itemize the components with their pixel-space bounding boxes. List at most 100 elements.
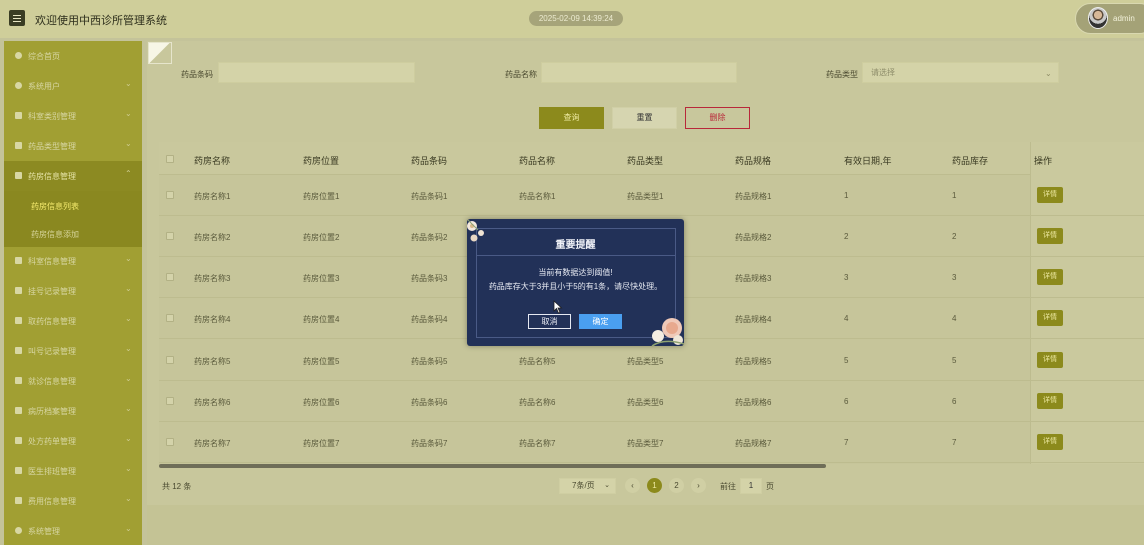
- chevron-down-icon: ⌄: [125, 494, 132, 503]
- detail-button[interactable]: 详情: [1037, 393, 1063, 409]
- page-2-button[interactable]: 2: [669, 478, 684, 493]
- column-header[interactable]: 有效日期,年: [844, 154, 892, 167]
- table-cell: 7: [844, 438, 849, 447]
- chevron-down-icon: ⌄: [125, 109, 132, 118]
- code-input[interactable]: [218, 62, 415, 83]
- sidebar-subitem[interactable]: 药房信息添加: [4, 219, 142, 247]
- page-size-select[interactable]: 7条/页 ⌄: [559, 478, 616, 494]
- dialog-title: 重要提醒: [555, 240, 596, 251]
- sidebar-item[interactable]: 费用信息管理 ⌄: [4, 486, 142, 516]
- detail-button[interactable]: 详情: [1037, 310, 1063, 326]
- table-cell: 1: [844, 191, 849, 200]
- grid-icon: [15, 287, 22, 294]
- delete-button[interactable]: 删除: [685, 107, 750, 129]
- table-cell: 药房位置4: [303, 315, 340, 324]
- column-header[interactable]: 药房位置: [303, 154, 339, 167]
- row-checkbox[interactable]: [166, 356, 174, 364]
- row-checkbox[interactable]: [166, 232, 174, 240]
- table-cell: 药品条码4: [411, 315, 448, 324]
- column-header[interactable]: 药品条码: [411, 154, 447, 167]
- chevron-down-icon: ⌄: [125, 374, 132, 383]
- next-page-button[interactable]: ›: [691, 478, 706, 493]
- row-checkbox[interactable]: [166, 314, 174, 322]
- gear-icon: [15, 527, 22, 534]
- sidebar-item-label: 病历档案管理: [28, 407, 76, 416]
- cancel-button[interactable]: 取消: [528, 314, 571, 329]
- horizontal-scrollbar[interactable]: [159, 464, 826, 468]
- user-name[interactable]: admin: [1113, 14, 1135, 23]
- row-checkbox[interactable]: [166, 397, 174, 405]
- row-checkbox[interactable]: [166, 191, 174, 199]
- grid-icon: [15, 377, 22, 384]
- page-1-button[interactable]: 1: [647, 478, 662, 493]
- grid-icon: [15, 112, 22, 119]
- column-header[interactable]: 药品规格: [735, 154, 771, 167]
- sidebar-item[interactable]: 处方药单管理 ⌄: [4, 426, 142, 456]
- table-cell: 4: [952, 314, 957, 323]
- table-cell: 药品规格7: [735, 439, 772, 448]
- column-header[interactable]: 药品名称: [519, 154, 555, 167]
- prev-page-button[interactable]: ‹: [625, 478, 640, 493]
- detail-button[interactable]: 详情: [1037, 187, 1063, 203]
- table-cell: 6: [952, 397, 957, 406]
- table-cell: 药房位置2: [303, 233, 340, 242]
- table-cell: 药品规格1: [735, 192, 772, 201]
- select-all-checkbox[interactable]: [166, 155, 174, 163]
- sidebar-item[interactable]: 就诊信息管理 ⌄: [4, 366, 142, 396]
- column-header[interactable]: 药房名称: [194, 154, 230, 167]
- table-cell: 药品规格6: [735, 398, 772, 407]
- sidebar-subitem-label: 药房信息列表: [31, 202, 79, 211]
- dialog-message-line1: 当前有数据达到阈值!: [538, 268, 613, 277]
- total-count: 共 12 条: [162, 482, 192, 491]
- sidebar-item[interactable]: 取药信息管理 ⌄: [4, 306, 142, 336]
- detail-button[interactable]: 详情: [1037, 352, 1063, 368]
- name-label: 药品名称: [505, 70, 537, 79]
- grid-icon: [15, 142, 22, 149]
- column-header[interactable]: 药品类型: [627, 154, 663, 167]
- dialog-message-line2: 药品库存大于3并且小于5的有1条，请尽快处理。: [488, 282, 663, 291]
- table-cell: 药品条码5: [411, 357, 448, 366]
- row-checkbox[interactable]: [166, 273, 174, 281]
- goto-page-input[interactable]: 1: [740, 478, 762, 494]
- detail-button[interactable]: 详情: [1037, 434, 1063, 450]
- menu-toggle-button[interactable]: [9, 10, 25, 26]
- sidebar-item[interactable]: 科室信息管理 ⌄: [4, 246, 142, 276]
- table-cell: 7: [952, 438, 957, 447]
- column-header[interactable]: 药品库存: [952, 154, 988, 167]
- row-checkbox[interactable]: [166, 438, 174, 446]
- sidebar-item-label: 药品类型管理: [28, 142, 76, 151]
- chevron-down-icon: ⌄: [125, 404, 132, 413]
- sidebar-item[interactable]: 挂号记录管理 ⌄: [4, 276, 142, 306]
- sidebar-item[interactable]: 药房信息管理 ⌃: [4, 161, 142, 191]
- table-cell: 药品类型6: [627, 398, 664, 407]
- sidebar-item[interactable]: 医生排班管理 ⌄: [4, 456, 142, 486]
- dialog-divider: [476, 255, 676, 256]
- name-input[interactable]: [541, 62, 737, 83]
- detail-button[interactable]: 详情: [1037, 269, 1063, 285]
- sidebar-item[interactable]: 系统用户 ⌄: [4, 71, 142, 101]
- sidebar-item[interactable]: 叫号记录管理 ⌄: [4, 336, 142, 366]
- type-select[interactable]: 请选择: [862, 62, 1059, 83]
- sidebar-subitem[interactable]: 药房信息列表: [4, 191, 142, 219]
- table-cell: 药品名称6: [519, 398, 556, 407]
- confirm-button[interactable]: 确定: [579, 314, 622, 329]
- column-header[interactable]: 操作: [1034, 154, 1052, 167]
- table-cell: 3: [952, 273, 957, 282]
- table-cell: 药品名称5: [519, 357, 556, 366]
- table-cell: 药品条码7: [411, 439, 448, 448]
- query-button[interactable]: 查询: [539, 107, 604, 129]
- reset-button[interactable]: 重置: [612, 107, 677, 129]
- flower-decoration-icon: [651, 318, 685, 347]
- page-size-value: 7条/页: [572, 481, 595, 490]
- table-cell: 4: [844, 314, 849, 323]
- avatar[interactable]: [1088, 7, 1108, 29]
- sidebar-item[interactable]: 药品类型管理 ⌄: [4, 131, 142, 161]
- sidebar-item[interactable]: 病历档案管理 ⌄: [4, 396, 142, 426]
- chevron-down-icon: ⌄: [125, 284, 132, 293]
- sidebar-item[interactable]: 科室类别管理 ⌄: [4, 101, 142, 131]
- sidebar-item[interactable]: 系统管理 ⌄: [4, 516, 142, 545]
- sidebar-item[interactable]: 综合首页: [4, 41, 142, 71]
- type-label: 药品类型: [826, 70, 858, 79]
- detail-button[interactable]: 详情: [1037, 228, 1063, 244]
- table-cell: 药品条码3: [411, 274, 448, 283]
